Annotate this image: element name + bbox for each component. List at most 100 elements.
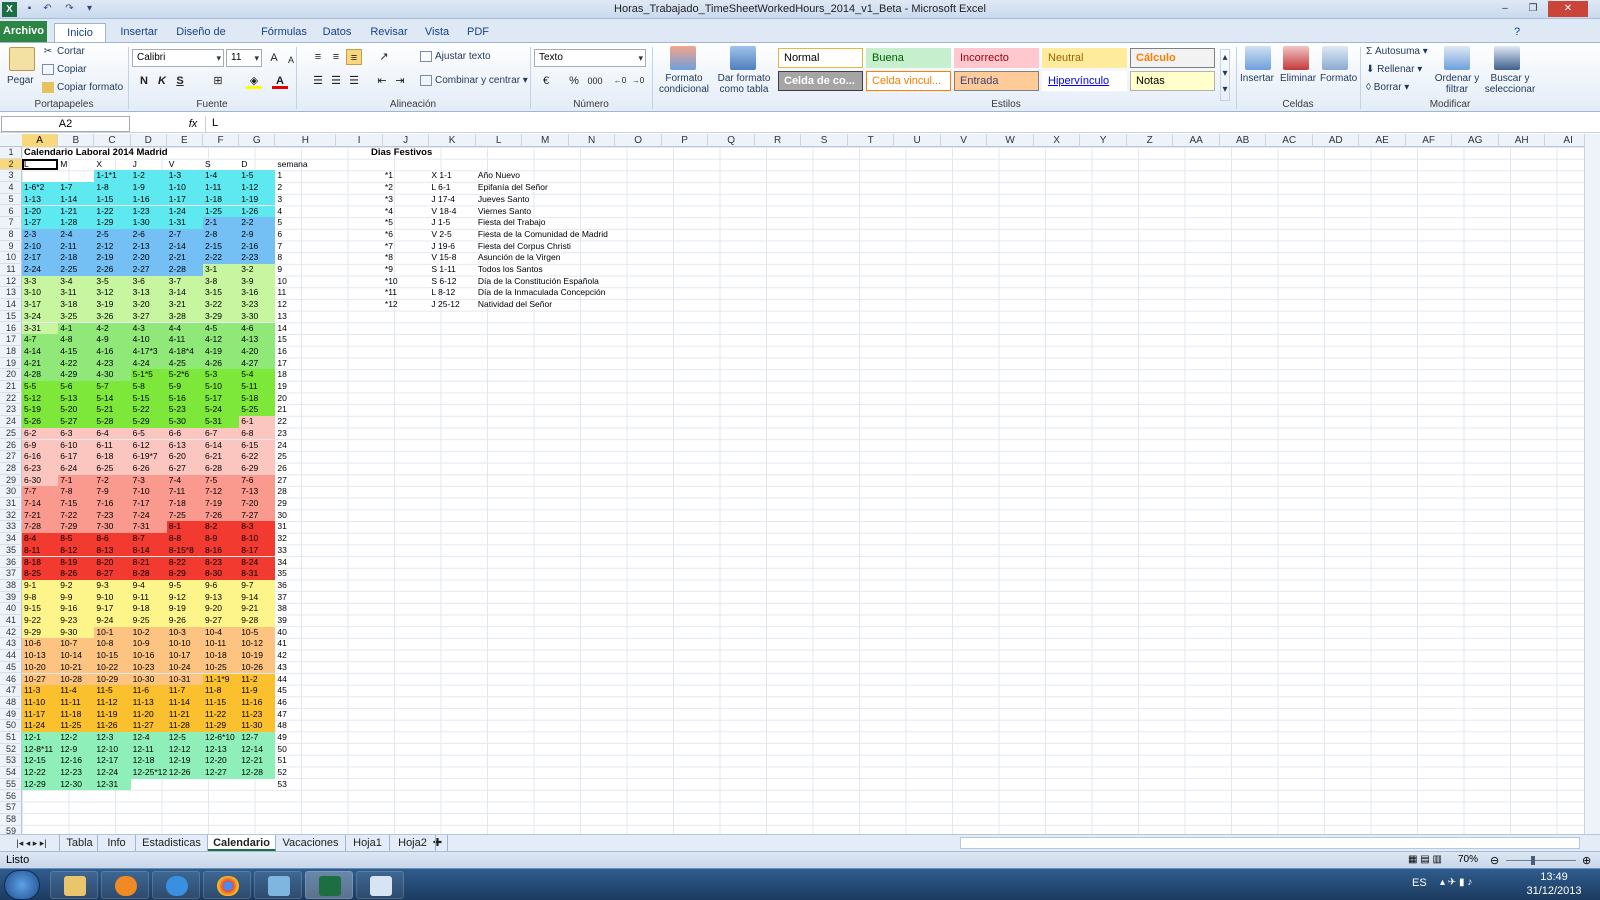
date-cell[interactable]: 3-22 (203, 299, 240, 311)
date-cell[interactable]: 10-1 (94, 626, 131, 639)
row-header[interactable]: 13 (0, 287, 22, 300)
date-cell[interactable]: 5-17 (203, 392, 240, 405)
date-cell[interactable]: 1-20 (22, 205, 59, 218)
date-cell[interactable]: 6-6 (166, 427, 203, 440)
date-cell[interactable]: 8-2 (203, 521, 240, 534)
autosum-button[interactable]: Σ Autosuma ▾ (1366, 46, 1428, 57)
thousands-button[interactable]: 000 (584, 73, 606, 89)
date-cell[interactable]: 2-2 (239, 217, 276, 229)
row-header[interactable]: 14 (0, 299, 22, 311)
date-cell[interactable]: 7-28 (22, 521, 59, 534)
zoom-slider[interactable] (1506, 860, 1576, 861)
date-cell[interactable]: 7-2 (94, 474, 131, 487)
row-header[interactable]: 11 (0, 264, 22, 276)
cell-style-2[interactable]: Incorrecto (954, 48, 1039, 68)
week-number-cell[interactable]: 53 (275, 779, 336, 791)
date-cell[interactable]: 10-15 (94, 650, 131, 662)
borders-icon[interactable]: ⊞ (210, 73, 226, 89)
date-cell[interactable]: 8-12 (58, 544, 95, 557)
taskbar-excel[interactable] (305, 871, 353, 899)
date-cell[interactable]: 6-21 (203, 451, 240, 463)
date-cell[interactable]: 2-6 (130, 228, 167, 241)
holiday-name-cell[interactable]: Epifanía del Señor (476, 182, 636, 194)
weekday-header[interactable]: X (94, 159, 130, 171)
date-cell[interactable]: 2-18 (58, 252, 95, 264)
row-header[interactable]: 23 (0, 404, 22, 417)
cell-style-3[interactable]: Neutral (1042, 48, 1127, 68)
date-cell[interactable]: 2-28 (166, 264, 203, 276)
date-cell[interactable]: 2-25 (58, 264, 95, 276)
insert-cells-icon[interactable] (1245, 46, 1271, 70)
date-cell[interactable]: 12-12 (166, 743, 203, 756)
date-cell[interactable]: 9-26 (166, 615, 203, 627)
column-header-x[interactable]: X (1034, 134, 1081, 147)
column-header-r[interactable]: R (755, 134, 802, 147)
tab-pdf[interactable]: PDF (462, 23, 494, 42)
holiday-name-cell[interactable]: Natividad del Señor (476, 299, 636, 311)
start-button-icon[interactable] (4, 870, 40, 900)
increase-indent-icon[interactable]: ⇥ (392, 73, 408, 89)
date-cell[interactable]: 7-6 (239, 474, 276, 487)
date-cell[interactable]: 3-8 (203, 275, 240, 288)
date-cell[interactable]: 9-12 (166, 591, 203, 604)
holidays-title[interactable]: Dias Festivos (369, 147, 432, 159)
column-header-b[interactable]: B (58, 134, 95, 147)
row-header[interactable]: 42 (0, 627, 22, 639)
date-cell[interactable]: 12-1 (22, 732, 59, 744)
cell-style-0[interactable]: Normal (778, 48, 863, 68)
date-cell[interactable]: 8-6 (94, 533, 131, 545)
row-header[interactable]: 39 (0, 592, 22, 604)
increase-decimal-icon[interactable]: ←0 (612, 73, 628, 89)
date-cell[interactable]: 12-29 (22, 778, 59, 791)
week-number-cell[interactable]: 15 (275, 334, 336, 346)
date-cell[interactable]: 5-29 (130, 416, 167, 428)
date-cell[interactable]: 10-14 (58, 650, 95, 662)
format-painter-button[interactable]: Copiar formato (42, 82, 123, 93)
underline-button[interactable]: S (172, 73, 188, 89)
row-header[interactable]: 34 (0, 533, 22, 545)
holiday-name-cell[interactable]: Fiesta de la Comunidad de Madrid (476, 229, 636, 241)
date-cell[interactable]: 9-18 (130, 603, 167, 615)
date-cell[interactable]: 3-28 (166, 310, 203, 323)
row-header[interactable]: 27 (0, 451, 22, 463)
tab-inicio[interactable]: Inicio (54, 23, 106, 43)
date-cell[interactable]: 11-4 (58, 685, 95, 697)
tray-icons[interactable]: ▴ ✈ ▮ ♪ (1440, 877, 1472, 888)
row-header[interactable]: 59 (0, 826, 22, 834)
tab-formulas[interactable]: Fórmulas (256, 23, 312, 42)
week-number-cell[interactable]: 20 (275, 393, 336, 405)
date-cell[interactable]: 4-10 (130, 334, 167, 346)
date-cell[interactable]: 7-31 (130, 521, 167, 534)
date-cell[interactable]: 4-25 (166, 357, 203, 370)
taskbar-chrome[interactable] (203, 871, 251, 899)
name-box[interactable]: A2 (1, 116, 130, 132)
weekday-header[interactable]: L (22, 159, 58, 171)
date-cell[interactable]: 12-17 (94, 755, 131, 768)
align-left-icon[interactable]: ☰ (310, 73, 326, 89)
holiday-date-cell[interactable]: L 8-12 (429, 287, 475, 299)
date-cell[interactable]: 7-23 (94, 509, 131, 522)
date-cell[interactable]: 9-14 (239, 591, 276, 604)
date-cell[interactable]: 12-31 (94, 778, 131, 791)
date-cell[interactable]: 3-23 (239, 299, 276, 311)
date-cell[interactable]: 4-22 (58, 357, 95, 370)
date-cell[interactable]: 5-22 (130, 404, 167, 417)
date-cell[interactable]: 6-1 (239, 416, 276, 428)
row-header[interactable]: 2 (0, 158, 22, 171)
date-cell[interactable]: 3-14 (166, 287, 203, 300)
date-cell[interactable]: 4-23 (94, 357, 131, 370)
date-cell[interactable]: 4-24 (130, 357, 167, 370)
date-cell[interactable]: 10-17 (166, 650, 203, 662)
date-cell[interactable]: 11-25 (58, 720, 95, 732)
date-cell[interactable]: 1-17 (166, 193, 203, 206)
number-format-combo[interactable]: Texto (534, 49, 646, 67)
date-cell[interactable]: 9-16 (58, 603, 95, 615)
date-cell[interactable]: 6-19*7 (130, 451, 167, 463)
date-cell[interactable]: 12-27 (203, 767, 240, 779)
date-cell[interactable]: 11-28 (166, 720, 203, 732)
date-cell[interactable]: 3-12 (94, 287, 131, 300)
date-cell[interactable]: 1-8 (94, 182, 131, 194)
paste-icon[interactable] (9, 47, 35, 71)
date-cell[interactable]: 6-13 (166, 439, 203, 452)
column-header-w[interactable]: W (987, 134, 1034, 147)
